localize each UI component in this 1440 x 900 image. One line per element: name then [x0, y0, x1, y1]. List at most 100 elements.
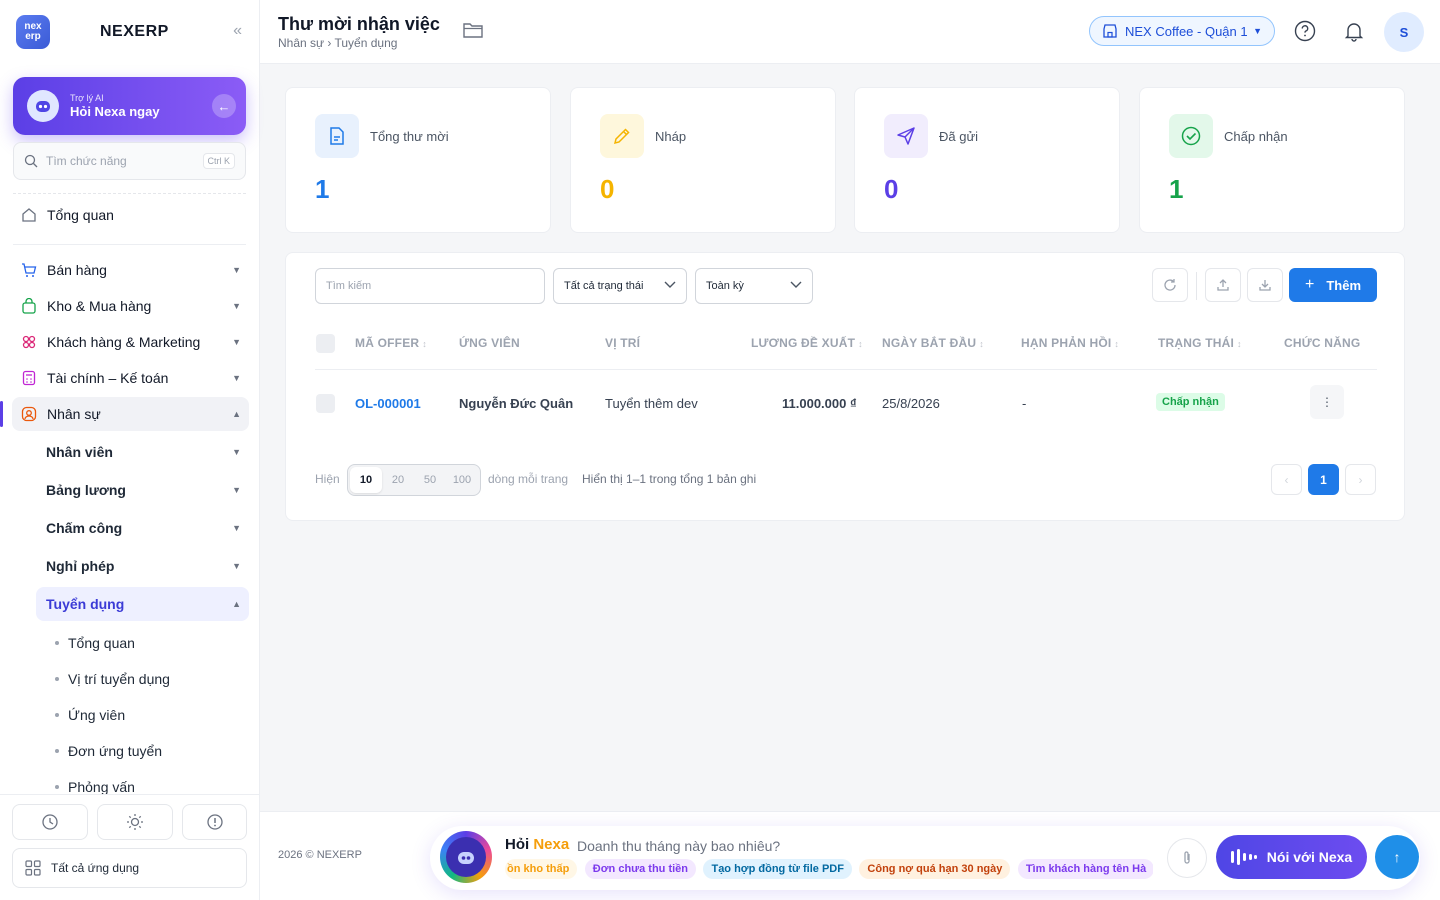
nav-hr[interactable]: Nhân sự ▲: [0, 397, 249, 431]
suggestion-chip[interactable]: Đơn chưa thu tiền: [584, 859, 697, 879]
current-page-button[interactable]: 1: [1308, 464, 1339, 495]
nexa-orb-icon[interactable]: [440, 831, 492, 883]
prev-page-button[interactable]: ‹: [1271, 464, 1302, 495]
ask-prefix: Hỏi: [505, 836, 530, 853]
nav-finance[interactable]: Tài chính – Kế toán ▼: [12, 361, 249, 395]
column-header-label: NGÀY BẮT ĐẦU: [882, 336, 977, 350]
caret-up-icon: ▲: [232, 599, 241, 609]
column-header-actions: CHỨC NĂNG: [1284, 336, 1360, 350]
page-size-option[interactable]: 10: [350, 467, 382, 493]
stat-label: Nháp: [655, 129, 687, 144]
nav-hr-payroll-label: Bảng lương: [46, 482, 126, 498]
attach-button[interactable]: [1167, 838, 1207, 878]
table-search-input[interactable]: Tìm kiếm: [315, 268, 545, 304]
page-size-selector: 10 20 50 100: [347, 464, 481, 496]
chevron-down-icon: [664, 280, 676, 292]
refresh-button[interactable]: [1152, 268, 1188, 302]
all-apps-button[interactable]: Tất cả ứng dụng: [12, 848, 247, 888]
history-button[interactable]: [12, 804, 88, 840]
arrow-left-icon[interactable]: ←: [212, 94, 236, 118]
suggestion-chip[interactable]: Công nợ quá hạn 30 ngày: [859, 859, 1011, 879]
chevron-left-icon: ‹: [1284, 472, 1289, 487]
nav-sales[interactable]: Bán hàng ▼: [12, 253, 249, 287]
sun-icon: [127, 814, 143, 830]
period-filter-select[interactable]: Toàn kỳ: [695, 268, 813, 304]
folder-icon[interactable]: [462, 20, 484, 45]
breadcrumb[interactable]: Nhân sự › Tuyển dụng: [278, 36, 397, 50]
alert-button[interactable]: [182, 804, 247, 840]
stat-value: 0: [600, 174, 615, 204]
nav-hr-attendance[interactable]: Chấm công ▼: [36, 511, 249, 545]
nav-hr-recruitment[interactable]: Tuyển dụng ▲: [36, 587, 249, 621]
talk-to-nexa-button[interactable]: Nói với Nexa: [1216, 835, 1367, 879]
bell-icon[interactable]: [1342, 19, 1366, 43]
theme-button[interactable]: [97, 804, 173, 840]
next-page-button[interactable]: ›: [1345, 464, 1376, 495]
nav-hr-employees[interactable]: Nhân viên ▼: [36, 435, 249, 469]
page-size-option[interactable]: 50: [414, 467, 446, 493]
caret-down-icon: ▼: [232, 485, 241, 495]
send-button[interactable]: ↑: [1375, 835, 1419, 879]
ask-name: Nexa: [533, 836, 570, 853]
more-actions-button[interactable]: ⋮: [1310, 385, 1344, 419]
bag-icon: [20, 297, 38, 315]
import-button[interactable]: [1247, 268, 1283, 302]
clock-icon: [42, 814, 58, 830]
suggestion-chip[interactable]: Tạo hợp đồng từ file PDF: [703, 859, 852, 879]
collapse-sidebar-icon[interactable]: «: [233, 22, 242, 40]
nav-recruit-applications[interactable]: Đơn ứng tuyển: [55, 743, 162, 759]
column-header-salary[interactable]: LƯƠNG ĐỀ XUẤT ↕: [751, 336, 863, 350]
add-offer-button[interactable]: + Thêm: [1289, 268, 1377, 302]
column-header-label: MÃ OFFER: [355, 336, 420, 350]
column-header-label: ỨNG VIÊN: [459, 336, 520, 350]
column-header-code[interactable]: MÃ OFFER ↕: [355, 336, 427, 350]
help-icon[interactable]: [1293, 19, 1317, 43]
nav-warehouse[interactable]: Kho & Mua hàng ▼: [12, 289, 249, 323]
column-header-label: CHỨC NĂNG: [1284, 336, 1361, 350]
suggestion-chip[interactable]: Tìm khách hàng tên Hà: [1017, 859, 1153, 879]
function-search-input[interactable]: Tìm chức năng Ctrl K: [13, 142, 246, 180]
column-header-start-date[interactable]: NGÀY BẮT ĐẦU ↕: [882, 336, 984, 350]
export-button[interactable]: [1205, 268, 1241, 302]
column-header-label: TRẠNG THÁI: [1158, 336, 1234, 350]
nav-hr-leave[interactable]: Nghỉ phép ▼: [36, 549, 249, 583]
user-avatar[interactable]: S: [1384, 12, 1424, 52]
caret-down-icon: ▼: [232, 447, 241, 457]
ai-card-title: Hỏi Nexa ngay: [70, 104, 160, 119]
nav-customers[interactable]: Khách hàng & Marketing ▼: [12, 325, 249, 359]
chevron-down-icon: [790, 280, 802, 292]
nav-hr-payroll[interactable]: Bảng lương ▼: [36, 473, 249, 507]
nav-recruit-positions[interactable]: Vị trí tuyển dụng: [55, 671, 170, 687]
nav-overview[interactable]: Tổng quan: [12, 198, 249, 232]
nav-recruit-candidates[interactable]: Ứng viên: [55, 707, 125, 723]
row-checkbox[interactable]: [316, 394, 335, 413]
sidebar: nex erp NEXERP « Trợ lý AI Hỏi Nexa ngay…: [0, 0, 260, 900]
select-all-checkbox[interactable]: [316, 334, 335, 353]
nav-recruit-interviews[interactable]: Phỏng vấn: [55, 779, 135, 795]
shortcut-badge: Ctrl K: [202, 153, 235, 169]
offer-code-link[interactable]: OL-000001: [355, 396, 421, 411]
suggestion-chip[interactable]: ồn kho thấp: [505, 859, 578, 879]
column-header-deadline[interactable]: HẠN PHẢN HỒI ↕: [1021, 336, 1119, 350]
ask-question-input[interactable]: Doanh thu tháng này bao nhiêu?: [577, 838, 780, 854]
page-size-option[interactable]: 20: [382, 467, 414, 493]
chevron-right-icon: ›: [1358, 472, 1363, 487]
per-page-label: dòng mỗi trang: [488, 472, 569, 486]
store-selector[interactable]: NEX Coffee - Quận 1 ▼: [1089, 16, 1275, 46]
nav-recruit-overview[interactable]: Tổng quan: [55, 635, 135, 651]
ai-assistant-card[interactable]: Trợ lý AI Hỏi Nexa ngay ←: [13, 77, 246, 135]
pagination-show-label: Hiện: [315, 472, 340, 486]
nav-warehouse-label: Kho & Mua hàng: [47, 298, 152, 314]
table-search-placeholder: Tìm kiếm: [326, 280, 372, 292]
brand[interactable]: nex erp NEXERP «: [16, 14, 250, 50]
nav-sales-label: Bán hàng: [47, 262, 107, 278]
search-icon: [24, 154, 38, 168]
nav-overview-label: Tổng quan: [47, 207, 114, 223]
caret-up-icon: ▲: [232, 409, 241, 419]
page-size-option[interactable]: 100: [446, 467, 478, 493]
column-header-status[interactable]: TRẠNG THÁI ↕: [1158, 336, 1242, 350]
nav-hr-attendance-label: Chấm công: [46, 520, 123, 536]
status-filter-select[interactable]: Tất cả trạng thái: [553, 268, 687, 304]
paperclip-icon: [1184, 851, 1190, 864]
caret-down-icon: ▼: [232, 523, 241, 533]
